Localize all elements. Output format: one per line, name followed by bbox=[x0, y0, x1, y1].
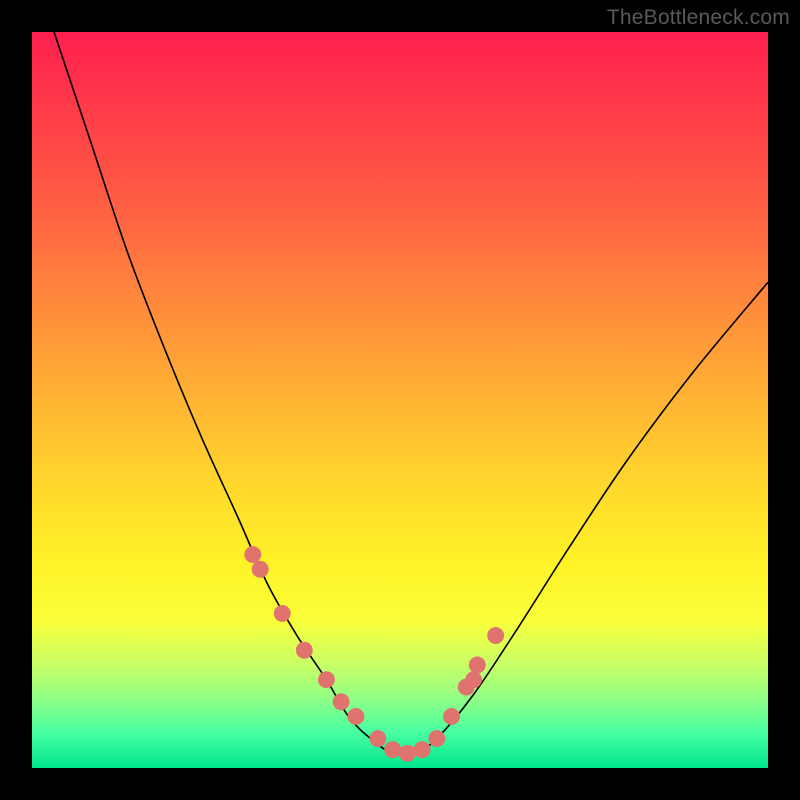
highlight-markers bbox=[244, 546, 504, 762]
marker-dot bbox=[384, 741, 401, 758]
chart-frame: TheBottleneck.com bbox=[0, 0, 800, 800]
curve-line bbox=[54, 32, 768, 755]
marker-dot bbox=[369, 730, 386, 747]
marker-dot bbox=[465, 671, 482, 688]
marker-dot bbox=[399, 745, 416, 762]
marker-dot bbox=[318, 671, 335, 688]
marker-dot bbox=[252, 561, 269, 578]
marker-dot bbox=[469, 656, 486, 673]
bottleneck-curve bbox=[32, 32, 768, 768]
marker-dot bbox=[244, 546, 261, 563]
plot-area bbox=[32, 32, 768, 768]
marker-dot bbox=[428, 730, 445, 747]
marker-dot bbox=[296, 642, 313, 659]
marker-dot bbox=[414, 741, 431, 758]
marker-dot bbox=[443, 708, 460, 725]
marker-dot bbox=[333, 693, 350, 710]
marker-dot bbox=[347, 708, 364, 725]
marker-dot bbox=[274, 605, 291, 622]
watermark-text: TheBottleneck.com bbox=[607, 6, 790, 30]
marker-dot bbox=[487, 627, 504, 644]
